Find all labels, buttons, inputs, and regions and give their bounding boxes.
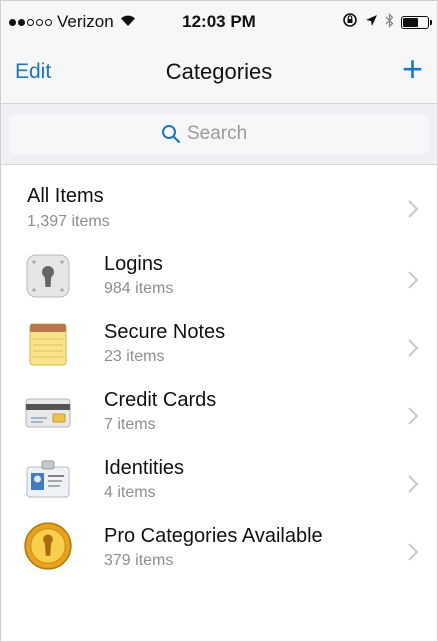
add-button[interactable]: +: [402, 51, 423, 87]
search-bar: [1, 104, 437, 165]
row-count: 23 items: [104, 348, 165, 365]
rotation-lock-icon: [342, 12, 358, 32]
keyhole-icon: [26, 254, 70, 298]
gold-badge-icon: [24, 522, 72, 570]
app-screen: Verizon 12:03 PM Edit Categories + Searc…: [0, 0, 438, 642]
row-title: Identities: [104, 457, 185, 479]
row-count: 4 items: [104, 484, 156, 501]
status-indicators: [342, 12, 432, 32]
chevron-right-icon: [408, 543, 419, 561]
category-row-pro-categories[interactable]: Pro Categories Available 379 items: [1, 513, 437, 581]
category-row-logins[interactable]: Logins 984 items: [1, 241, 437, 309]
category-row-credit-cards[interactable]: Credit Cards 7 items: [1, 377, 437, 445]
location-arrow-icon: [365, 14, 378, 31]
row-count: 1,397 items: [27, 213, 110, 230]
page-title: Categories: [165, 59, 273, 84]
search-input[interactable]: [187, 123, 277, 145]
row-title: Logins: [104, 253, 163, 275]
search-icon: [162, 125, 181, 144]
chevron-right-icon: [408, 339, 419, 357]
notepad-icon: [29, 323, 67, 366]
chevron-right-icon: [408, 200, 419, 218]
row-count: 7 items: [104, 416, 156, 433]
category-list: All Items 1,397 items Logins 984 items S…: [1, 165, 437, 581]
row-title: All Items: [27, 185, 104, 207]
battery-level: [403, 17, 418, 27]
category-row-identities[interactable]: Identities 4 items: [1, 445, 437, 513]
battery-icon: [401, 15, 432, 29]
chevron-right-icon: [408, 407, 419, 425]
id-card-icon: [26, 460, 70, 498]
bluetooth-icon: [385, 12, 394, 32]
category-row-secure-notes[interactable]: Secure Notes 23 items: [1, 309, 437, 377]
row-title: Secure Notes: [104, 321, 226, 343]
search-field[interactable]: [9, 114, 429, 154]
all-items-row[interactable]: All Items 1,397 items: [1, 165, 437, 241]
row-count: 984 items: [104, 280, 174, 297]
status-bar: Verizon 12:03 PM: [1, 1, 437, 43]
chevron-right-icon: [408, 271, 419, 289]
credit-card-icon: [25, 398, 71, 428]
row-title: Credit Cards: [104, 389, 217, 411]
row-count: 379 items: [104, 552, 174, 569]
row-title: Pro Categories Available: [104, 525, 323, 547]
navigation-bar: Edit Categories +: [1, 43, 437, 104]
chevron-right-icon: [408, 475, 419, 493]
